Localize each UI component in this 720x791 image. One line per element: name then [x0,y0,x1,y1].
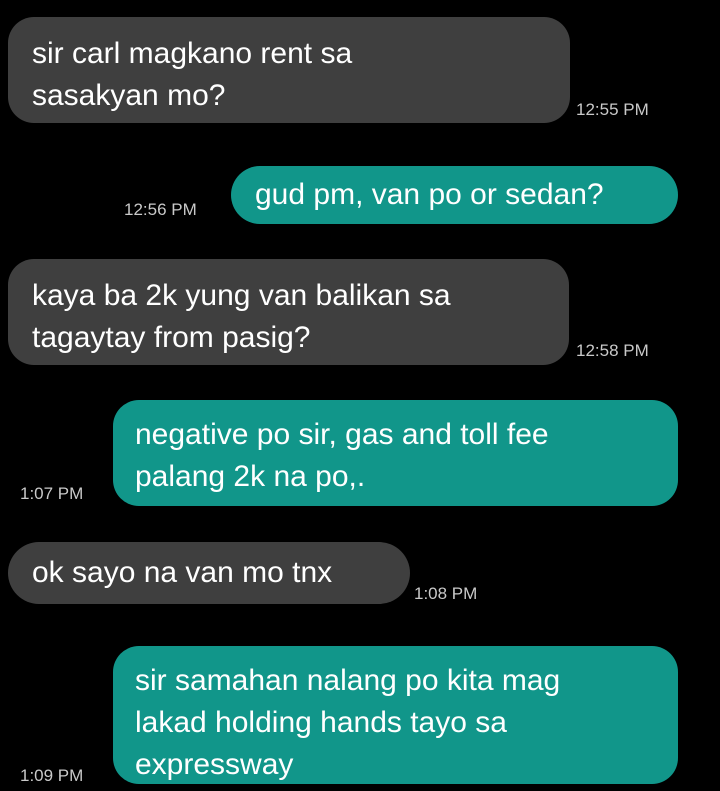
incoming-message-bubble[interactable]: sir carl magkano rent sa sasakyan mo? [8,17,570,123]
outgoing-message-bubble[interactable]: sir samahan nalang po kita mag lakad hol… [113,646,678,784]
outgoing-message-bubble[interactable]: negative po sir, gas and toll fee palang… [113,400,678,506]
incoming-message-bubble[interactable]: ok sayo na van mo tnx [8,542,410,604]
message-timestamp: 12:56 PM [124,200,197,219]
message-timestamp: 1:08 PM [414,584,478,603]
message-thread: sir carl magkano rent sa sasakyan mo? 12… [0,0,720,791]
message-timestamp: 1:07 PM [20,484,84,503]
outgoing-message-bubble[interactable]: gud pm, van po or sedan? [231,166,678,224]
incoming-message-bubble[interactable]: kaya ba 2k yung van balikan sa tagaytay … [8,259,569,365]
message-timestamp: 12:55 PM [576,100,649,119]
message-timestamp: 1:09 PM [20,766,84,785]
message-timestamp: 12:58 PM [576,341,649,360]
